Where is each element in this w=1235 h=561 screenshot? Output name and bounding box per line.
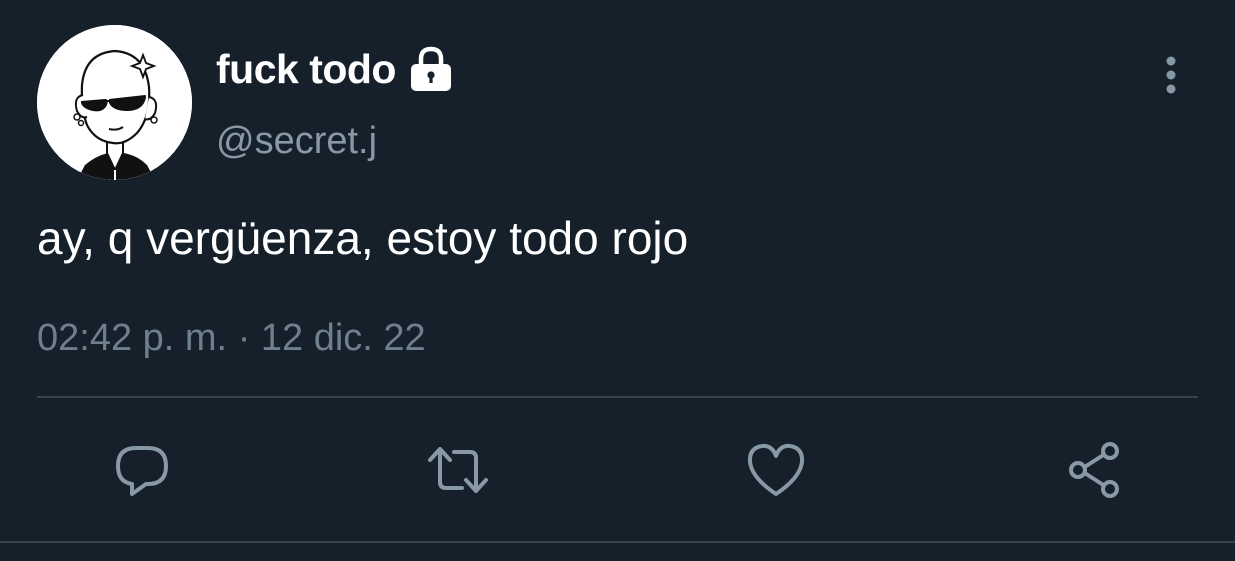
tweet-timestamp[interactable]: 02:42 p. m. · 12 dic. 22 — [37, 312, 426, 364]
speech-bubble-icon — [116, 446, 168, 496]
lock-icon — [408, 45, 454, 93]
timestamp-separator: · — [237, 317, 251, 359]
divider — [37, 396, 1198, 398]
retweet-arrows-icon — [428, 447, 488, 493]
share-button[interactable] — [1062, 438, 1126, 502]
user-handle[interactable]: @secret.j — [216, 117, 377, 165]
tweet-date: 12 dic. 22 — [260, 317, 426, 359]
tweet-time: 02:42 p. m. — [37, 317, 228, 359]
heart-icon — [747, 443, 805, 496]
share-nodes-icon — [1069, 442, 1119, 498]
display-name-row: fuck todo — [216, 44, 454, 94]
avatar[interactable] — [37, 25, 192, 180]
tweet-card: fuck todo @secret.j ay, q vergüenza, est… — [0, 0, 1235, 561]
more-options-button[interactable] — [1150, 52, 1192, 98]
vertical-ellipsis-icon — [1166, 56, 1176, 94]
avatar-drawing — [37, 25, 192, 180]
reply-button[interactable] — [110, 438, 174, 502]
like-button[interactable] — [744, 438, 808, 502]
tweet-text: ay, q vergüenza, estoy todo rojo — [37, 212, 689, 264]
divider-bottom — [0, 541, 1235, 543]
display-name[interactable]: fuck todo — [216, 44, 396, 94]
retweet-button[interactable] — [426, 438, 490, 502]
